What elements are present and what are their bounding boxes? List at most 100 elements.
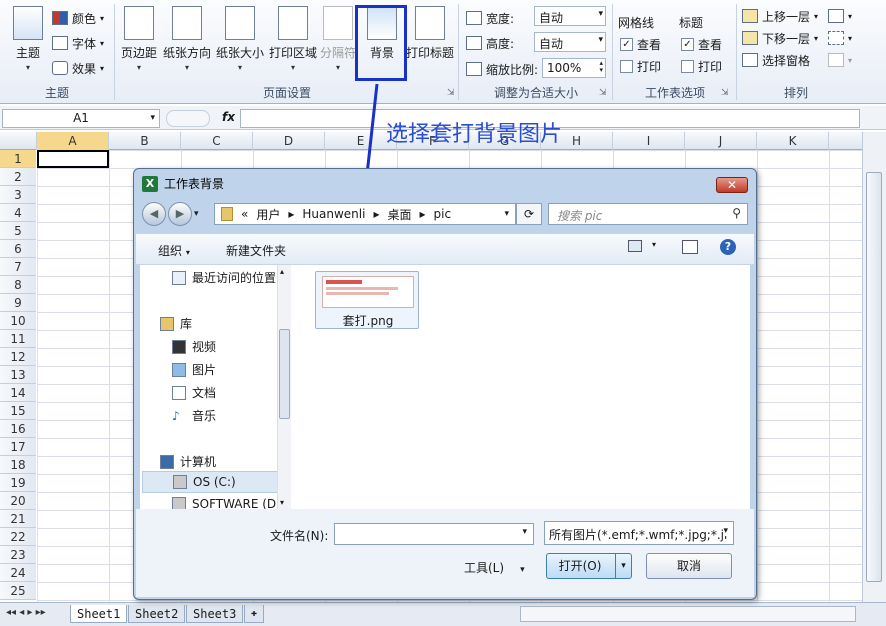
row-header-17[interactable]: 17 — [0, 438, 36, 456]
print-area-button[interactable]: 打印区域 ▾ — [268, 6, 318, 80]
close-button[interactable]: ✕ — [716, 177, 748, 193]
send-backward-button[interactable]: 下移一层 ▾ — [742, 28, 818, 48]
tab-sheet1[interactable]: Sheet1 — [70, 605, 128, 623]
fonts-button[interactable]: 字体 ▾ — [52, 33, 104, 53]
name-box[interactable]: A1 ▾ — [2, 109, 160, 128]
filename-input[interactable]: ▾ — [334, 523, 534, 545]
vertical-scrollbar[interactable] — [862, 132, 886, 602]
colors-button[interactable]: 颜色 ▾ — [52, 8, 104, 28]
formula-bar-expand[interactable] — [166, 110, 210, 127]
refresh-icon[interactable]: ⟳ — [516, 203, 542, 225]
height-select[interactable]: 自动 ▾ — [534, 32, 606, 52]
column-header-c[interactable]: C — [181, 132, 253, 150]
column-header-j[interactable]: J — [685, 132, 757, 150]
address-bar[interactable]: « 用户 ▸ Huanwenli ▸ 桌面 ▸ pic ▾ — [214, 203, 516, 225]
headings-print-checkbox[interactable]: 打印 — [681, 56, 722, 76]
column-header-d[interactable]: D — [253, 132, 325, 150]
row-header-16[interactable]: 16 — [0, 420, 36, 438]
orientation-button[interactable]: 纸张方向 ▾ — [162, 6, 212, 80]
selection-pane-button[interactable]: 选择窗格 — [742, 50, 810, 70]
back-icon[interactable]: ◀ — [142, 202, 166, 226]
column-header-a[interactable]: A — [37, 132, 109, 150]
row-header-12[interactable]: 12 — [0, 348, 36, 366]
forward-icon[interactable]: ▶ — [168, 202, 192, 226]
chevron-down-icon[interactable]: ▾ — [652, 240, 656, 249]
row-header-8[interactable]: 8 — [0, 276, 36, 294]
search-icon[interactable]: ⚲ — [732, 206, 741, 220]
row-header-19[interactable]: 19 — [0, 474, 36, 492]
spin-icon[interactable]: ▴ ▾ — [599, 60, 603, 74]
gridlines-print-checkbox[interactable]: 打印 — [620, 56, 661, 76]
width-select[interactable]: 自动 ▾ — [534, 6, 606, 26]
row-header-10[interactable]: 10 — [0, 312, 36, 330]
row-header-7[interactable]: 7 — [0, 258, 36, 276]
breadcrumb-users[interactable]: 用户 — [256, 206, 280, 223]
tab-sheet3[interactable]: Sheet3 — [186, 605, 244, 623]
row-header-5[interactable]: 5 — [0, 222, 36, 240]
align-button[interactable]: ▾ — [828, 6, 852, 26]
row-header-21[interactable]: 21 — [0, 510, 36, 528]
row-header-15[interactable]: 15 — [0, 402, 36, 420]
sheet-nav-icon[interactable]: ◂◂ ◂ ▸ ▸▸ — [6, 607, 46, 618]
nav-item-pictures[interactable]: 图片 — [172, 361, 216, 378]
chevron-down-icon[interactable]: ▾ — [522, 527, 527, 537]
scroll-thumb[interactable] — [866, 172, 882, 582]
file-type-select[interactable]: 所有图片(*.emf;*.wmf;*.jpg;*.jı ▾ — [544, 521, 734, 545]
select-all-corner[interactable] — [0, 132, 37, 150]
row-header-3[interactable]: 3 — [0, 186, 36, 204]
bring-forward-button[interactable]: 上移一层 ▾ — [742, 6, 818, 26]
breadcrumb-user[interactable]: Huanwenli — [302, 207, 365, 221]
row-header-9[interactable]: 9 — [0, 294, 36, 312]
breadcrumb-pic[interactable]: pic — [434, 207, 452, 221]
chevron-down-icon[interactable]: ▾ — [194, 202, 199, 226]
nav-item-os-c[interactable]: OS (C:) — [142, 471, 282, 493]
group-button[interactable]: ▾ — [828, 28, 852, 48]
row-header-24[interactable]: 24 — [0, 564, 36, 582]
row-header-25[interactable]: 25 — [0, 582, 36, 600]
fx-icon[interactable]: fx — [222, 110, 235, 124]
nav-item-software-d[interactable]: SOFTWARE (D:) — [172, 497, 285, 509]
open-button[interactable]: 打开(O) ▾ — [546, 553, 632, 579]
help-icon[interactable]: ? — [720, 239, 736, 255]
breaks-button[interactable]: 分隔符 ▾ — [320, 6, 356, 80]
search-input[interactable]: 搜索 pic ⚲ — [548, 203, 748, 225]
column-header-i[interactable]: I — [613, 132, 685, 150]
nav-scrollbar[interactable]: ▴ ▾ — [277, 265, 291, 509]
nav-item-music[interactable]: ♪ 音乐 — [172, 407, 216, 424]
open-dropdown-icon[interactable]: ▾ — [615, 554, 631, 578]
effects-button[interactable]: 效果 ▾ — [52, 58, 104, 78]
scale-stepper[interactable]: 100% ▴ ▾ — [542, 58, 606, 78]
row-header-13[interactable]: 13 — [0, 366, 36, 384]
rotate-button[interactable]: ▾ — [828, 50, 852, 70]
gridlines-view-checkbox[interactable]: ✓ 查看 — [620, 34, 661, 54]
nav-item-recent[interactable]: 最近访问的位置 — [172, 269, 276, 286]
print-titles-button[interactable]: 打印标题 — [406, 6, 454, 80]
margins-button[interactable]: 页边距 ▾ — [118, 6, 160, 80]
size-button[interactable]: 纸张大小 ▾ — [214, 6, 266, 80]
row-header-18[interactable]: 18 — [0, 456, 36, 474]
breadcrumb-desktop[interactable]: 桌面 — [387, 206, 411, 223]
tools-button[interactable]: 工具(L) ▾ — [464, 559, 525, 576]
row-header-22[interactable]: 22 — [0, 528, 36, 546]
view-icon[interactable] — [628, 240, 642, 252]
nav-item-computer[interactable]: 计算机 — [160, 453, 216, 470]
row-header-1[interactable]: 1 — [0, 150, 36, 168]
nav-item-videos[interactable]: 视频 — [172, 338, 216, 355]
nav-item-library[interactable]: 库 — [160, 315, 192, 332]
dialog-launcher-icon[interactable]: ⇲ — [447, 88, 455, 98]
row-header-4[interactable]: 4 — [0, 204, 36, 222]
row-header-20[interactable]: 20 — [0, 492, 36, 510]
scroll-down-icon[interactable]: ▾ — [280, 498, 284, 507]
row-header-23[interactable]: 23 — [0, 546, 36, 564]
organize-button[interactable]: 组织 ▾ — [158, 242, 190, 259]
column-header-k[interactable]: K — [757, 132, 829, 150]
row-header-14[interactable]: 14 — [0, 384, 36, 402]
theme-button[interactable]: 主题 ▾ — [8, 6, 48, 80]
scroll-thumb[interactable] — [279, 329, 290, 419]
headings-view-checkbox[interactable]: ✓ 查看 — [681, 34, 722, 54]
horizontal-scrollbar[interactable] — [520, 606, 856, 622]
chevron-down-icon[interactable]: ▾ — [150, 110, 155, 127]
row-header-6[interactable]: 6 — [0, 240, 36, 258]
cancel-button[interactable]: 取消 — [646, 553, 732, 579]
preview-pane-icon[interactable] — [682, 240, 698, 254]
